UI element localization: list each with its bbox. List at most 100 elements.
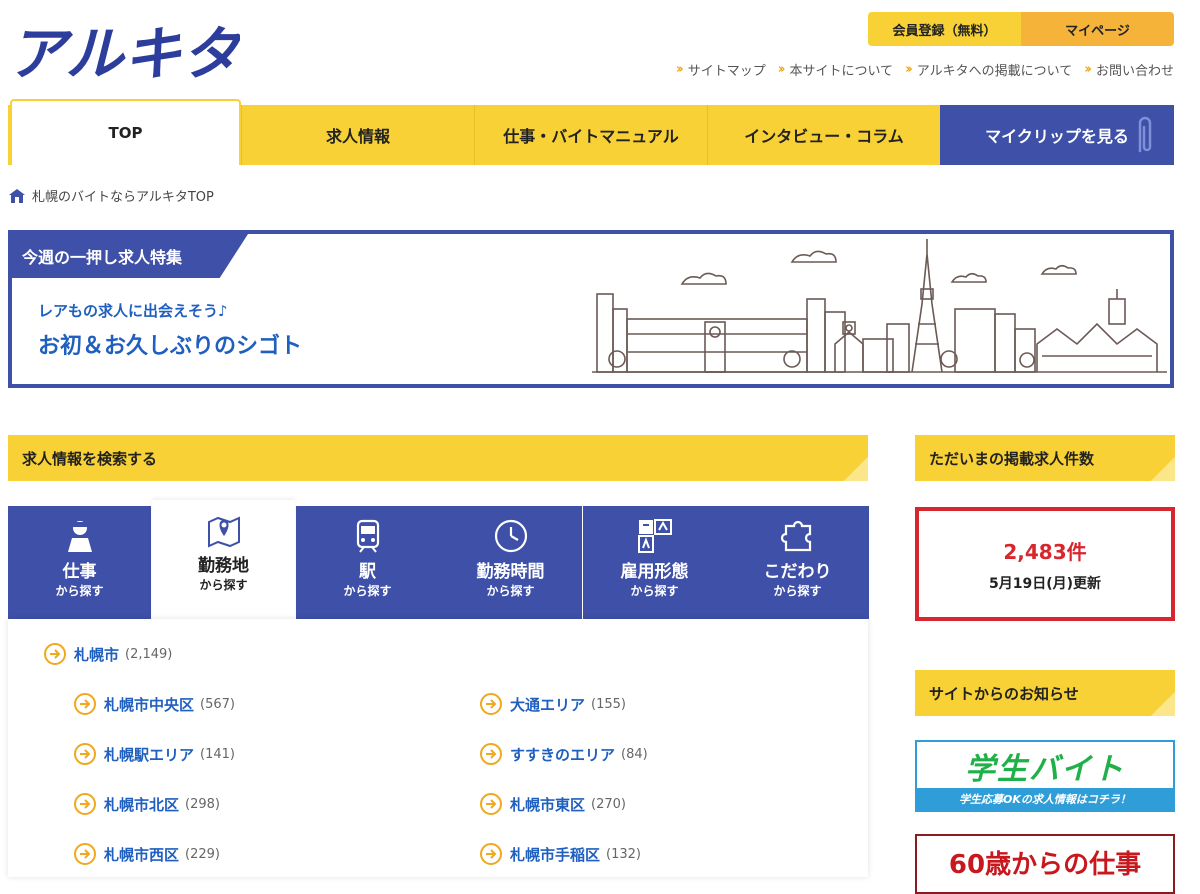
arrow-right-icon (44, 643, 66, 665)
area-count: (567) (200, 696, 235, 712)
area-count: (141) (200, 746, 235, 762)
senior-job-banner[interactable]: 60歳からの仕事 (915, 834, 1175, 894)
tab-employment[interactable]: 雇用形態 から探す (583, 506, 726, 619)
double-chevron-icon: ›› (777, 62, 786, 77)
map-pin-icon (207, 516, 240, 548)
jobcount-heading: ただいまの掲載求人件数 (915, 435, 1175, 481)
area-link[interactable]: すすきのエリア (84) (480, 743, 648, 765)
nav-jobs[interactable]: 求人情報 (241, 105, 474, 165)
mypage-button[interactable]: マイページ (1021, 12, 1174, 46)
link-label: サイトマップ (687, 64, 766, 79)
jobcount-heading-label: ただいまの掲載求人件数 (929, 449, 1095, 468)
paperclip-icon (1138, 116, 1152, 153)
tab-label: 勤務時間 (476, 562, 545, 582)
tab-label: 雇用形態 (620, 562, 689, 582)
arrow-right-icon (480, 743, 502, 765)
area-name: 札幌市東区 (510, 795, 586, 814)
area-link[interactable]: 大通エリア (155) (480, 693, 626, 715)
area-name: 札幌市 (74, 645, 120, 664)
job-count-updated: 5月19日(月)更新 (988, 575, 1102, 592)
area-link[interactable]: 札幌市北区 (298) (74, 793, 220, 815)
worker-icon (67, 521, 92, 552)
arrow-right-icon (74, 693, 96, 715)
nav-interview[interactable]: インタビュー・コラム (707, 105, 940, 165)
area-name: すすきのエリア (510, 745, 616, 764)
tab-location[interactable]: 勤務地 から探す (152, 500, 295, 619)
job-count: 2,483件 (1003, 539, 1087, 564)
account-buttons: 会員登録（無料） マイページ (868, 12, 1174, 46)
double-chevron-icon: ›› (675, 62, 684, 77)
svg-text:アルキタ: アルキタ (8, 20, 240, 82)
area-name: 札幌市中央区 (104, 695, 195, 714)
arrow-right-icon (74, 793, 96, 815)
jobcount-box: 2,483件 5月19日(月)更新 (915, 507, 1175, 621)
tab-label: 勤務地 (198, 556, 249, 576)
tab-sublabel: から探す (199, 578, 248, 592)
area-link[interactable]: 札幌駅エリア (141) (74, 743, 235, 765)
arrow-right-icon (74, 743, 96, 765)
student-banner-title: 学生バイト (965, 752, 1125, 787)
feature-tag: 今週の一押し求人特集 (12, 234, 248, 278)
area-name: 札幌市手稲区 (510, 845, 601, 864)
area-name: 札幌駅エリア (104, 745, 195, 764)
arrow-right-icon (480, 693, 502, 715)
nav-top[interactable]: TOP (10, 99, 241, 165)
breadcrumb: 札幌のバイトならアルキタTOP (8, 186, 214, 205)
tab-label: 駅 (359, 562, 376, 582)
area-link[interactable]: 札幌市中央区 (567) (74, 693, 235, 715)
tab-sublabel: から探す (486, 584, 535, 598)
student-banner-sub: 学生応募OKの求人情報はコチラ！ (917, 788, 1173, 810)
sitemap-link[interactable]: ›› サイトマップ (676, 60, 766, 79)
feature-banner[interactable]: 今週の一押し求人特集 レアもの求人に出会えそう♪ お初＆お久しぶりのシゴト (8, 230, 1174, 388)
link-label: お問い合わせ (1095, 64, 1174, 79)
notices-heading: サイトからのお知らせ (915, 670, 1175, 716)
feature-subtitle: レアもの求人に出会えそう♪ (38, 302, 228, 320)
train-icon (356, 519, 379, 553)
tab-hours[interactable]: 勤務時間 から探す (439, 506, 582, 619)
tab-sublabel: から探す (630, 584, 679, 598)
arrow-right-icon (74, 843, 96, 865)
area-link[interactable]: 札幌市手稲区 (132) (480, 843, 641, 865)
nav-myclip[interactable]: マイクリップを見る (940, 105, 1174, 165)
double-chevron-icon: ›› (905, 62, 913, 77)
arrow-right-icon (480, 843, 502, 865)
tab-preferences[interactable]: こだわり から探す (726, 506, 869, 619)
feature-title: お初＆お久しぶりのシゴト (38, 334, 303, 359)
myclip-label: マイクリップを見る (985, 127, 1129, 146)
area-link-sapporo[interactable]: 札幌市 (2,149) (44, 643, 172, 665)
area-link[interactable]: 札幌市西区 (229) (74, 843, 220, 865)
home-icon (9, 188, 25, 203)
area-count: (155) (591, 696, 626, 712)
link-label: アルキタへの掲載について (916, 64, 1073, 79)
employment-type-icon (637, 519, 672, 553)
tab-label: 仕事 (62, 562, 97, 582)
nav-manual[interactable]: 仕事・バイトマニュアル (474, 105, 707, 165)
notices-heading-label: サイトからのお知らせ (929, 684, 1079, 703)
breadcrumb-home-link[interactable]: 札幌のバイトならアルキタTOP (32, 186, 214, 205)
area-count: (84) (621, 746, 648, 762)
link-label: 本サイトについて (789, 64, 894, 79)
area-count: (229) (185, 846, 220, 862)
area-link[interactable]: 札幌市東区 (270) (480, 793, 626, 815)
utility-links: ›› サイトマップ ›› 本サイトについて ›› アルキタへの掲載について ›› お問い… (676, 60, 1174, 79)
about-link[interactable]: ›› 本サイトについて (778, 60, 893, 79)
contact-link[interactable]: ›› お問い合わせ (1084, 60, 1174, 79)
area-count: (132) (606, 846, 641, 862)
tab-station[interactable]: 駅 から探す (296, 506, 439, 619)
tab-job[interactable]: 仕事 から探す (8, 506, 151, 619)
tab-label: こだわり (763, 562, 832, 582)
area-count: (270) (591, 796, 626, 812)
student-job-banner[interactable]: 学生バイト 学生応募OKの求人情報はコチラ！ (915, 740, 1175, 812)
site-logo[interactable]: アルキタ (8, 16, 240, 82)
main-nav: TOP 求人情報 仕事・バイトマニュアル インタビュー・コラム マイクリップを見… (8, 99, 1174, 165)
register-button[interactable]: 会員登録（無料） (868, 12, 1021, 46)
area-name: 札幌市北区 (104, 795, 180, 814)
arrow-right-icon (480, 793, 502, 815)
tab-sublabel: から探す (343, 584, 392, 598)
search-tabs: 仕事 から探す 勤務地 から探す 駅 から探す 勤務時間 から探す 雇用形態 か… (8, 500, 869, 619)
advertise-link[interactable]: ›› アルキタへの掲載について (905, 60, 1072, 79)
location-panel: 札幌市 (2,149) 札幌市中央区 (567) 大通エリア (155) 札幌駅… (8, 619, 868, 877)
senior-banner-title: 60歳からの仕事 (948, 850, 1142, 880)
puzzle-icon (780, 520, 811, 552)
search-heading: 求人情報を検索する (8, 435, 868, 481)
